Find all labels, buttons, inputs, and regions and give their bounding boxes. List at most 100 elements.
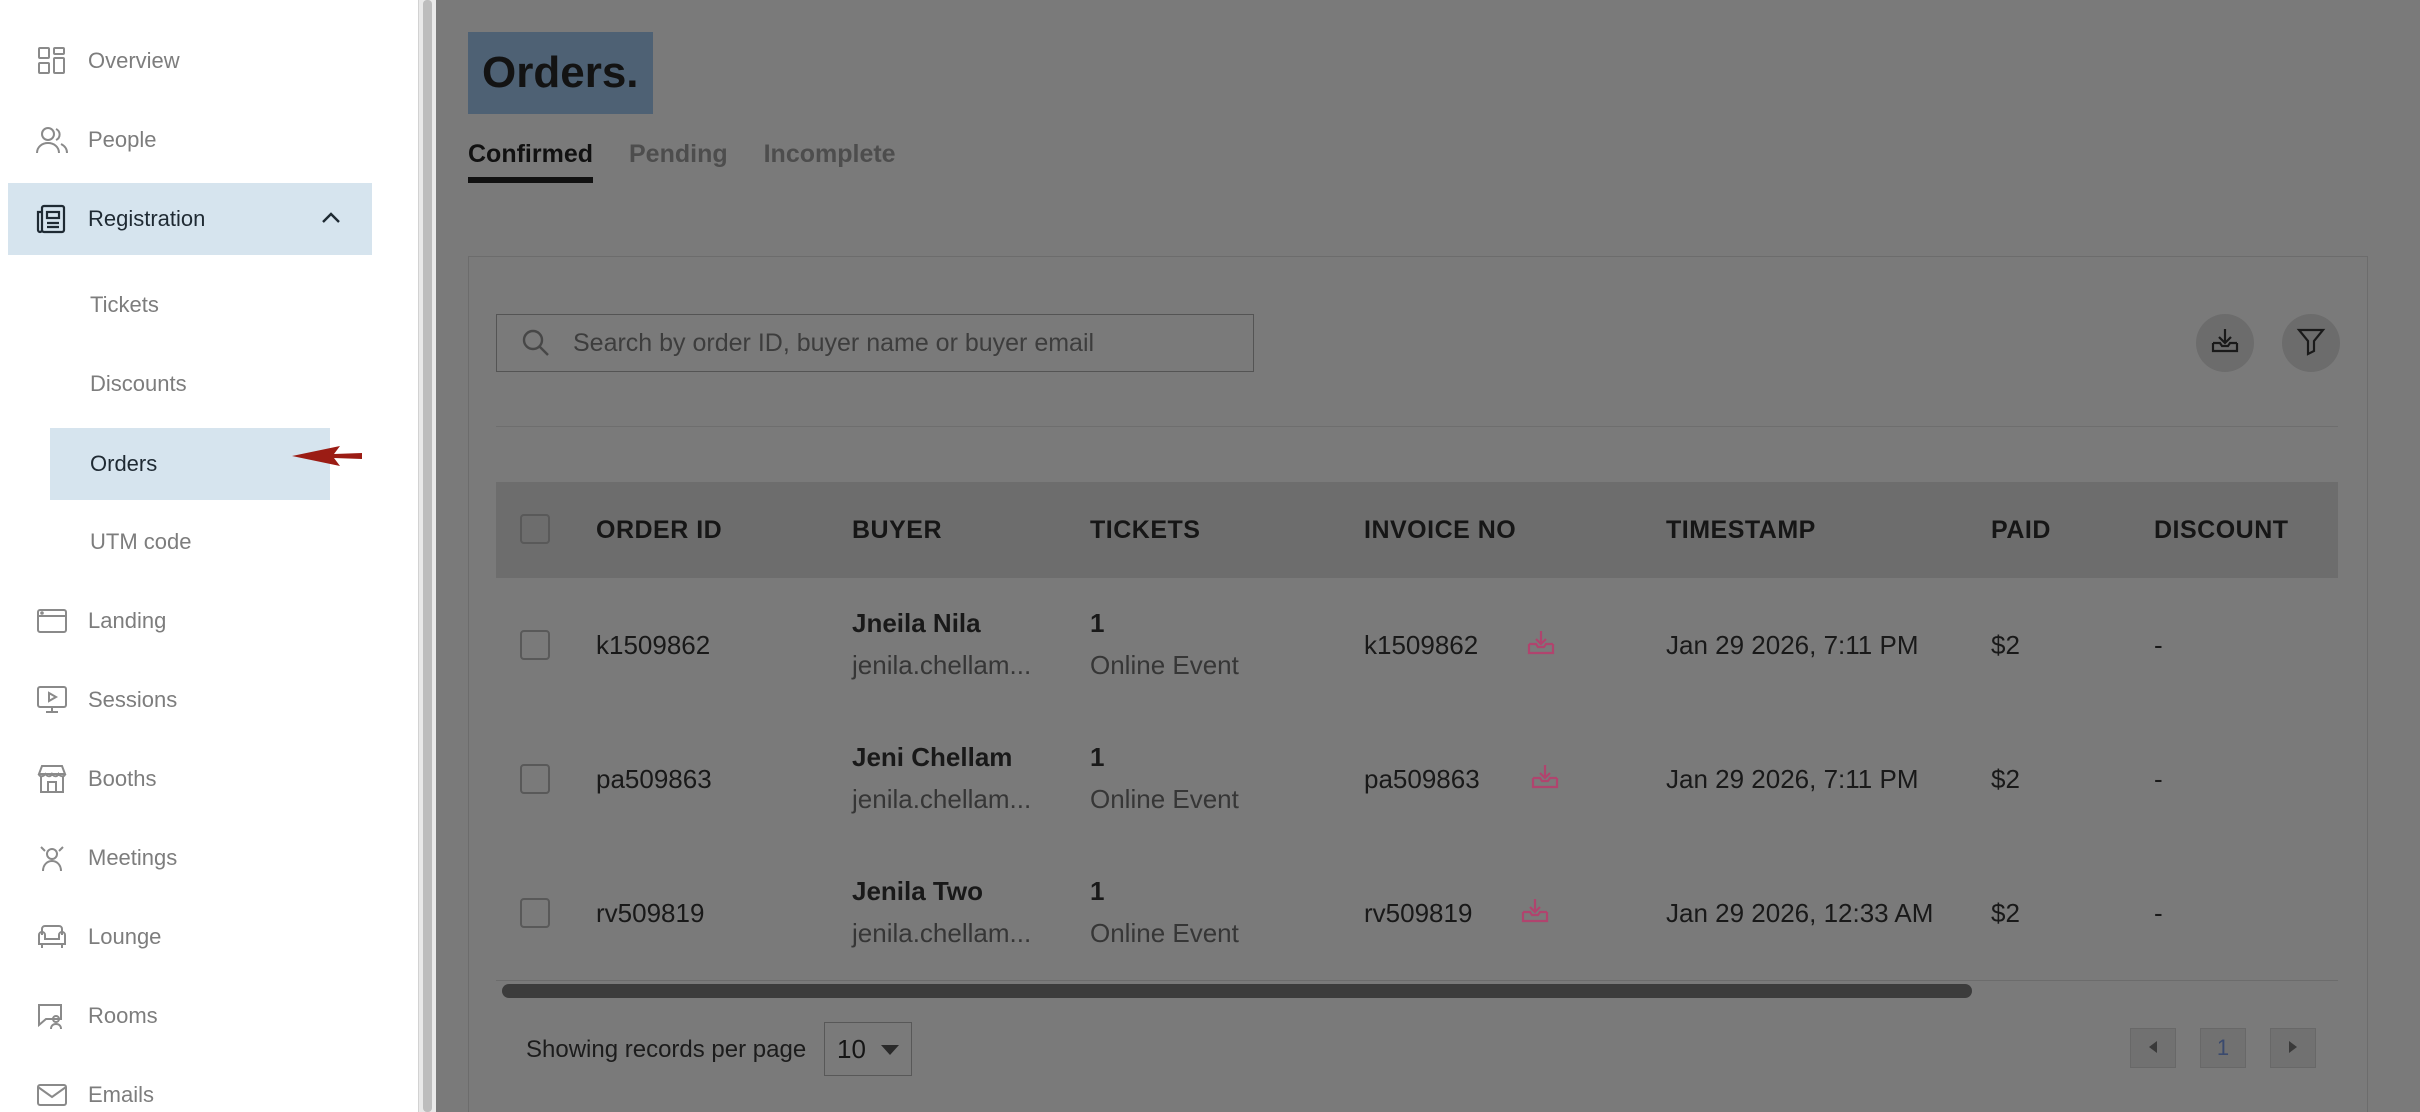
sessions-icon [34,682,70,718]
column-header-timestamp[interactable]: TIMESTAMP [1666,516,1816,545]
sidebar-subitem-label: Tickets [90,292,159,317]
sidebar-item-label: Rooms [88,1003,158,1028]
sidebar-item-label: Overview [88,48,180,73]
next-page-button[interactable] [2270,1028,2316,1068]
tab-confirmed[interactable]: Confirmed [468,140,593,183]
sidebar-item-emails[interactable]: Emails [8,1059,372,1112]
sidebar-item-label: Registration [88,206,206,231]
sidebar-item-sessions[interactable]: Sessions [8,664,372,736]
search-input[interactable] [573,328,1233,358]
ticket-type: Online Event [1090,784,1239,814]
table-row[interactable]: pa509863 Jeni Chellam jenila.chellam... … [496,712,2338,846]
row-checkbox[interactable] [520,764,550,794]
page-title: Orders. [468,32,653,114]
select-all-checkbox[interactable] [520,514,550,544]
row-checkbox[interactable] [520,630,550,660]
sidebar-item-rooms[interactable]: Rooms [8,980,372,1052]
rooms-icon [34,998,70,1034]
sidebar-subitem-label: UTM code [90,529,192,554]
annotation-arrow-icon [290,444,364,473]
sidebar-item-label: People [88,127,157,152]
download-button[interactable] [2196,314,2254,372]
booths-icon [34,761,70,797]
download-invoice-icon[interactable] [1520,896,1550,931]
sidebar-item-label: Booths [88,766,157,791]
buyer-email: jenila.chellam... [852,650,1032,680]
page-number-button[interactable]: 1 [2200,1028,2246,1068]
timestamp: Jan 29 2026, 7:11 PM [1666,764,1919,794]
sidebar-item-lounge[interactable]: Lounge [8,901,372,973]
column-header-paid[interactable]: PAID [1991,516,2051,545]
row-checkbox[interactable] [520,898,550,928]
registration-icon [34,201,70,237]
column-header-discount[interactable]: DISCOUNT [2154,516,2289,545]
sidebar-item-registration[interactable]: Registration [8,183,372,255]
search-box[interactable] [496,314,1254,372]
sidebar-subitem-tickets[interactable]: Tickets [50,269,330,341]
discount: - [2154,630,2163,660]
invoice-no: pa509863 [1364,764,1480,794]
tab-incomplete[interactable]: Incomplete [764,140,896,183]
toolbar-divider [496,426,2338,427]
sidebar-item-booths[interactable]: Booths [8,743,372,815]
sidebar-item-people[interactable]: People [8,104,372,176]
overview-grid-icon [34,43,70,79]
people-icon [34,122,70,158]
paid-amount: $2 [1991,764,2020,794]
buyer-email: jenila.chellam... [852,784,1032,814]
download-invoice-icon[interactable] [1530,762,1560,797]
table-row[interactable]: rv509819 Jenila Two jenila.chellam... 1 … [496,846,2338,980]
table-horizontal-scrollbar[interactable] [502,984,1972,998]
sidebar-subitem-discounts[interactable]: Discounts [50,348,330,420]
download-invoice-icon[interactable] [1526,628,1556,663]
meetings-icon [34,840,70,876]
sidebar-item-label: Sessions [88,687,178,712]
tickets-count: 1 [1090,876,1105,906]
lounge-icon [34,919,70,955]
table-header: ORDER ID BUYER TICKETS INVOICE NO TIMEST… [496,482,2338,578]
sidebar-subitem-label: Orders [90,451,158,476]
chevron-left-icon [2146,1035,2160,1061]
sidebar: Overview People Registration Tickets Dis… [0,0,418,1112]
sidebar-subitem-utm-code[interactable]: UTM code [50,506,330,578]
sidebar-item-landing[interactable]: Landing [8,585,372,657]
sidebar-item-meetings[interactable]: Meetings [8,822,372,894]
search-icon [521,328,551,358]
sidebar-item-label: Landing [88,608,167,633]
ticket-type: Online Event [1090,918,1239,948]
order-id[interactable]: rv509819 [596,898,704,929]
table-row[interactable]: k1509862 Jneila Nila jenila.chellam... 1… [496,578,2338,712]
sidebar-item-label: Emails [88,1082,155,1107]
sidebar-subitem-label: Discounts [90,371,187,396]
column-header-invoice-no[interactable]: INVOICE NO [1364,516,1516,545]
sidebar-scrollbar-thumb[interactable] [423,0,432,1112]
sidebar-subitem-orders[interactable]: Orders [50,428,330,500]
invoice-no: k1509862 [1364,630,1479,660]
sidebar-scrollbar[interactable] [418,0,436,1112]
buyer-name: Jneila Nila [852,608,981,638]
chevron-right-icon [2286,1035,2300,1061]
table-horizontal-scroll-track [496,980,2338,981]
buyer-name: Jeni Chellam [852,742,1013,772]
emails-icon [34,1077,70,1112]
discount: - [2154,898,2163,928]
filter-button[interactable] [2282,314,2340,372]
discount: - [2154,764,2163,794]
column-header-order-id[interactable]: ORDER ID [596,516,722,545]
sidebar-item-overview[interactable]: Overview [8,25,372,97]
sidebar-item-label: Meetings [88,845,178,870]
order-id[interactable]: pa509863 [596,764,712,795]
timestamp: Jan 29 2026, 12:33 AM [1666,898,1934,928]
column-header-buyer[interactable]: BUYER [852,516,942,545]
landing-icon [34,603,70,639]
column-header-tickets[interactable]: TICKETS [1090,516,1200,545]
paid-amount: $2 [1991,630,2020,660]
buyer-email: jenila.chellam... [852,918,1032,948]
download-tray-icon [2210,326,2240,361]
records-per-page-select[interactable]: 10 [824,1022,912,1076]
tab-pending[interactable]: Pending [629,140,728,183]
records-per-page-label: Showing records per page [526,1036,807,1063]
order-id[interactable]: k1509862 [596,630,710,661]
previous-page-button[interactable] [2130,1028,2176,1068]
chevron-up-icon[interactable] [320,207,342,235]
